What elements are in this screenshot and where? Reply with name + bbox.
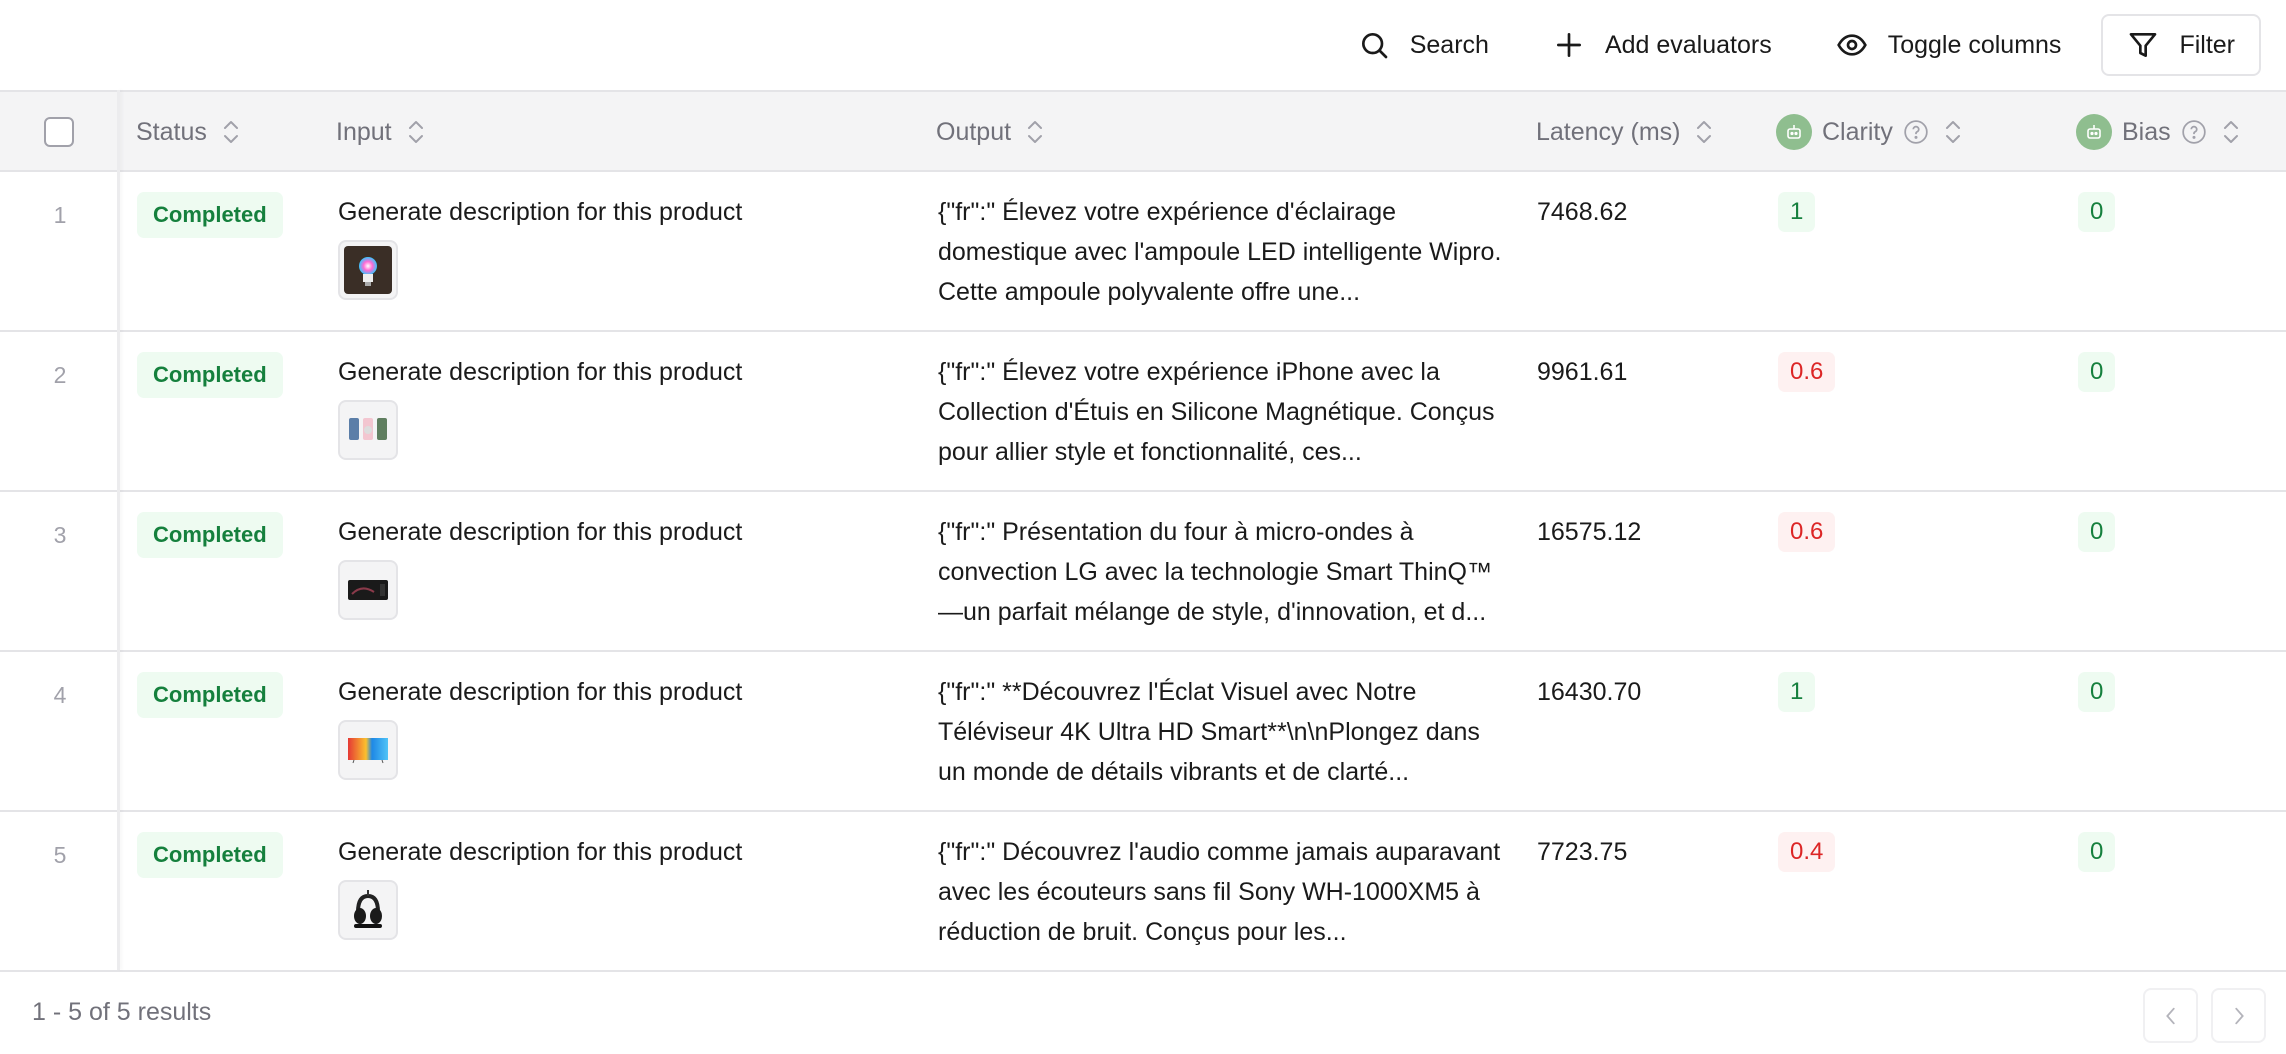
bias-header-label: Bias [2122,117,2171,146]
status-badge: Completed [137,512,283,558]
clarity-score: 1 [1778,192,1816,232]
latency-value: 16575.12 [1537,518,1642,546]
latency-header-label: Latency (ms) [1536,117,1681,146]
bias-score: 0 [2078,832,2116,872]
input-text: Generate description for this product [338,198,743,226]
robot-icon [2076,114,2112,150]
results-count: 1 - 5 of 5 results [32,997,212,1026]
input-text: Generate description for this product [338,678,743,706]
row-number: 3 [53,522,67,548]
tv-image [348,738,388,764]
status-header-label: Status [136,117,207,146]
row-number: 1 [53,202,67,228]
output-header-label: Output [936,117,1012,146]
plus-icon [1556,33,1581,57]
filter-label: Filter [2179,30,2235,59]
row-number: 5 [53,842,67,868]
status-badge: Completed [137,352,283,398]
output-text: {"fr":" Élevez votre expérience d'éclair… [938,198,1502,306]
filter-icon [2130,33,2157,57]
clarity-score: 0.6 [1778,352,1836,392]
latency-value: 9961.61 [1537,358,1628,386]
input-header-label: Input [336,117,392,146]
row-number: 2 [53,362,67,388]
sort-icon[interactable] [2221,117,2241,147]
search-button[interactable]: Search [1338,14,1509,76]
table-row[interactable]: 5 Completed Generate description for thi… [0,812,2286,972]
table-row[interactable]: 1 Completed Generate description for thi… [0,172,2286,332]
column-header-status[interactable]: Status [136,92,241,172]
results-table: Status Input Output Latency (ms) Clarity [0,90,2286,972]
add-evaluators-label: Add evaluators [1604,30,1772,59]
output-text: {"fr":" Présentation du four à micro-ond… [938,518,1492,626]
output-text: {"fr":" **Découvrez l'Éclat Visuel avec … [938,678,1480,786]
select-all-cell [44,92,74,172]
product-thumbnail[interactable] [338,560,398,620]
column-header-latency[interactable]: Latency (ms) [1536,92,1714,172]
product-thumbnail[interactable] [338,240,398,300]
bias-score: 0 [2078,352,2116,392]
chevron-right-icon [2234,1007,2244,1024]
product-thumbnail[interactable] [338,400,398,460]
status-badge: Completed [137,672,283,718]
headphones-image [354,890,382,928]
add-evaluators-button[interactable]: Add evaluators [1533,14,1792,76]
sticky-column-divider [117,90,120,970]
column-header-output[interactable]: Output [936,92,1045,172]
column-header-input[interactable]: Input [336,92,426,172]
table-row[interactable]: 4 Completed Generate description for thi… [0,652,2286,812]
clarity-score: 0.4 [1778,832,1836,872]
clarity-header-label: Clarity [1822,117,1893,146]
product-thumbnail[interactable] [338,880,398,940]
sort-icon[interactable] [1943,117,1963,147]
search-icon [1361,33,1388,59]
previous-page-button[interactable] [2143,988,2198,1043]
table-body: 1 Completed Generate description for thi… [0,172,2286,972]
column-header-bias[interactable]: Bias [2076,92,2241,172]
sort-icon[interactable] [221,117,241,147]
table-toolbar: Search Add evaluators Toggle columns Fil… [0,0,2286,90]
product-thumbnail[interactable] [338,720,398,780]
select-all-checkbox[interactable] [44,117,74,147]
microwave-image [348,580,388,600]
input-text: Generate description for this product [338,518,743,546]
latency-value: 7723.75 [1537,838,1628,866]
clarity-score: 1 [1778,672,1816,712]
help-circle-icon[interactable] [1903,119,1929,145]
table-footer: 1 - 5 of 5 results [0,970,2286,1054]
bias-score: 0 [2078,512,2116,552]
sort-icon[interactable] [406,117,426,147]
toggle-columns-label: Toggle columns [1887,30,2062,59]
sort-icon[interactable] [1694,117,1714,147]
bias-score: 0 [2078,192,2116,232]
sort-icon[interactable] [1025,117,1045,147]
input-text: Generate description for this product [338,358,743,386]
table-header: Status Input Output Latency (ms) Clarity [0,90,2286,172]
pagination [2143,988,2266,1043]
search-label: Search [1409,30,1489,59]
chevron-left-icon [2165,1007,2175,1024]
clarity-score: 0.6 [1778,512,1836,552]
output-text: {"fr":" Découvrez l'audio comme jamais a… [938,838,1501,946]
iphone-cases-image [349,418,387,440]
column-header-clarity[interactable]: Clarity [1776,92,1963,172]
filter-button[interactable]: Filter [2101,14,2261,76]
latency-value: 16430.70 [1537,678,1642,706]
latency-value: 7468.62 [1537,198,1628,226]
help-circle-icon[interactable] [2181,119,2207,145]
table-row[interactable]: 3 Completed Generate description for thi… [0,492,2286,652]
output-text: {"fr":" Élevez votre expérience iPhone a… [938,358,1495,466]
status-badge: Completed [137,832,283,878]
input-text: Generate description for this product [338,838,743,866]
bias-score: 0 [2078,672,2116,712]
table-row[interactable]: 2 Completed Generate description for thi… [0,332,2286,492]
row-number: 4 [53,682,67,708]
robot-icon [1776,114,1812,150]
smart-bulb-image [344,246,392,294]
toggle-columns-button[interactable]: Toggle columns [1816,14,2082,76]
eye-icon [1836,34,1867,56]
status-badge: Completed [137,192,283,238]
next-page-button[interactable] [2211,988,2266,1043]
